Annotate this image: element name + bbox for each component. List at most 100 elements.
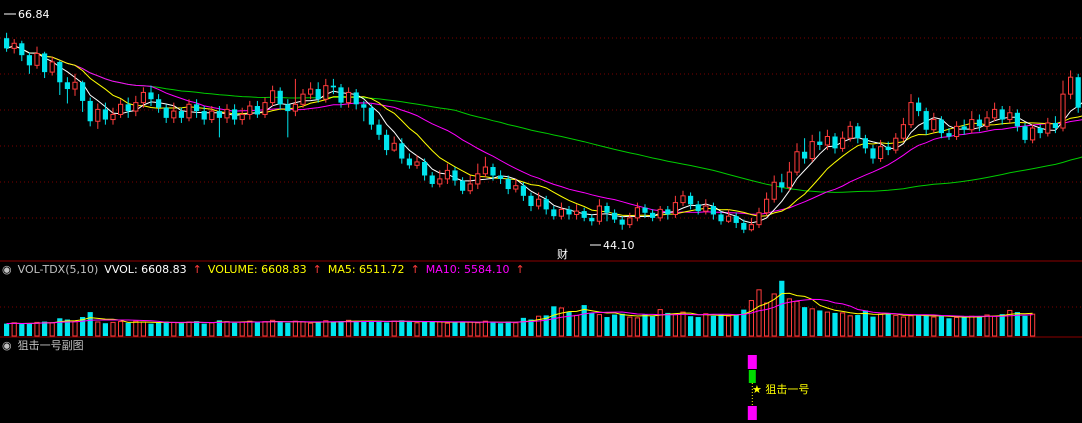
candle [57,60,63,95]
candle-body-up [346,91,352,104]
volume-bar-down [102,323,108,336]
candle-body-up [467,183,473,192]
moving-average-lines [6,45,1082,224]
candle-body-down [460,180,466,191]
candle-body-down [817,141,823,145]
volume-bar-up [672,314,678,337]
volume-bar-down [551,306,557,336]
volume-bar-down [148,323,154,336]
candle-body-up [1030,127,1036,141]
volume-bar-up [186,321,192,337]
volume-bar-up [840,312,846,337]
candle [391,136,397,152]
finance-marker[interactable]: 财 [557,247,568,261]
candle [665,206,671,220]
candle-body-down [201,111,207,120]
volume-bar-up [513,322,519,337]
volume-bar-down [232,322,238,336]
volume-bar-down [361,320,367,336]
volume-bar-up [824,311,830,337]
volume-bar-up [558,307,564,337]
candle [1045,117,1051,137]
volume-bar-up [703,313,709,337]
candle-body-down [650,212,656,218]
kline-chart[interactable]: 66.84 44.10 财 [0,0,1082,423]
volume-bar-up [809,308,815,337]
candle [840,131,846,152]
volume-bar-up [34,321,40,337]
candle-body-down [741,222,747,230]
candle [110,107,116,125]
volume-bar-down [330,321,336,336]
candle [254,100,260,118]
candle-body-up [536,198,542,207]
candle [285,99,291,138]
ma60-line [6,45,1082,193]
signal-panel-icon[interactable]: ◉ [2,339,12,352]
chart-stage[interactable]: 66.84 44.10 财 ◉ VOL-TDX(5,10) VVOL: 6608.8… [0,0,1082,423]
candle [224,104,230,123]
candle-body-up [414,161,420,166]
volume-bar-down [733,314,739,336]
candle [262,97,268,118]
volume-indicator-name[interactable]: VOL-TDX(5,10) [18,263,99,276]
candle-body-up [300,93,306,105]
candle [308,82,314,100]
candle-body-up [171,110,177,119]
volume-bar-down [125,322,131,336]
volume-value: VOLUME: 6608.83 ↑ [207,263,322,276]
volume-bar-down [399,320,405,336]
candle [779,173,785,193]
candle [467,175,473,195]
volume-panel-icon[interactable]: ◉ [2,263,12,276]
candle-body-down [156,99,162,108]
signal-panel-title[interactable]: 狙击一号副图 [18,339,84,352]
candle-body-up [574,210,580,215]
candle-body-down [1014,112,1020,127]
candle-body-up [308,88,314,95]
candle-body-up [672,202,678,215]
candle-body-down [1052,122,1058,129]
candle-body-down [543,199,549,210]
signal-bar-top [747,355,757,369]
volume-bar-up [1030,313,1036,337]
candle-body-down [178,111,184,118]
volume-bar-down [665,312,671,336]
candle [368,104,374,130]
candle-body-down [422,161,428,176]
volume-bar-down [368,321,374,336]
candle-body-down [862,138,868,149]
volume-bar-down [862,310,868,336]
candle-body-down [855,126,861,139]
volume-bar-down [520,317,526,336]
candle [900,117,906,142]
candle-body-up [748,224,754,231]
candle [748,217,754,232]
volume-bar-up [209,322,215,337]
candle-body-up [969,119,975,131]
candle [4,32,10,52]
volume-bar-up [95,321,101,337]
volume-bar-up [247,320,253,337]
candle [376,119,382,140]
candle [444,163,450,184]
volume-bar-down [429,321,435,336]
volume-bar-down [832,312,838,336]
candle [802,138,808,164]
volume-bar-down [961,316,967,336]
candle [247,100,253,120]
candle [19,40,25,62]
volume-bar-down [498,323,504,336]
candle [992,102,998,122]
candle [976,114,982,132]
volume-bar-up [984,314,990,337]
ma20-line [6,45,1082,215]
volume-bar-down [422,321,428,336]
candle [34,46,40,69]
candle-body-up [34,52,40,66]
candle-body-up [908,102,914,126]
candle-body-up [893,137,899,151]
candle-body-down [285,104,291,112]
low-price-label: 44.10 [603,239,635,252]
candle-body-up [627,217,633,226]
